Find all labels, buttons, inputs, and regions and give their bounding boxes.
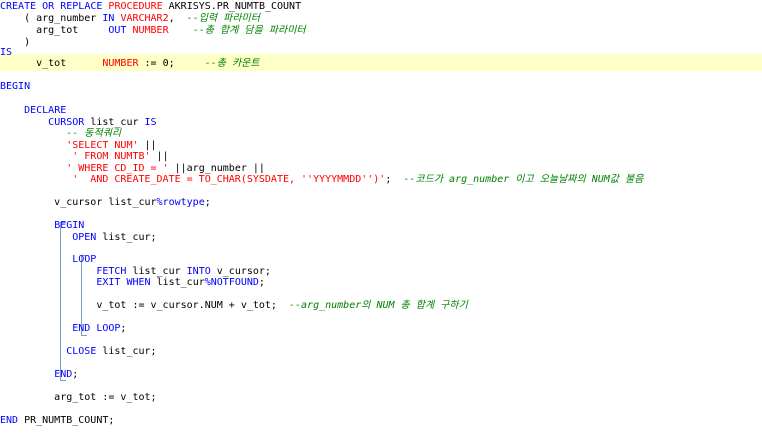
code-line[interactable]: END; (0, 368, 78, 381)
comment: -- 동적쿼리 (66, 128, 122, 139)
code-line[interactable]: END PR_NUMTB_COUNT; (0, 414, 114, 427)
keyword: IN (102, 13, 115, 24)
keyword: END (0, 415, 19, 426)
keyword: OR (42, 1, 55, 12)
code-line[interactable]: EXIT WHEN list_cur%NOTFOUND; (0, 276, 265, 289)
comment: --총 합계 담을 파라미터 (192, 25, 306, 36)
comment: --arg_number의 NUM 총 합계 구하기 (288, 300, 468, 311)
comment: --코드가 arg_number 이고 오늘날짜의 NUM값 불음 (403, 174, 644, 185)
type-name: VARCHAR2 (120, 13, 169, 24)
attribute: %rowtype (156, 197, 205, 208)
code-line[interactable]: ' AND CREATE_DATE = TO_CHAR(SYSDATE, ''Y… (0, 173, 643, 186)
keyword: CLOSE (66, 346, 97, 357)
code-line[interactable]: CLOSE list_cur; (0, 345, 156, 358)
comment: --입력 파라미터 (186, 13, 260, 24)
code-line[interactable]: OPEN list_cur; (0, 231, 156, 244)
keyword: END LOOP (72, 323, 121, 334)
type-name: NUMBER (102, 58, 139, 69)
code-line[interactable]: v_tot := v_cursor.NUM + v_tot; --arg_num… (0, 299, 468, 312)
keyword: DECLARE (24, 105, 67, 116)
code-line[interactable]: END LOOP; (0, 322, 126, 335)
comment: --총 카운트 (204, 58, 260, 69)
keyword: BEGIN (54, 220, 85, 231)
keyword: REPLACE (60, 1, 103, 12)
keyword: CREATE (0, 1, 37, 12)
string-literal: ' AND CREATE_DATE = TO_CHAR(SYSDATE, ''Y… (72, 174, 386, 185)
attribute: %NOTFOUND (204, 277, 259, 288)
keyword: IS (144, 117, 157, 128)
keyword: WHEN (126, 277, 151, 288)
loop-block-guide-bottom (81, 335, 87, 336)
keyword: LOOP (72, 254, 97, 265)
keyword: BEGIN (0, 81, 31, 92)
code-editor[interactable]: CREATE OR REPLACE PROCEDURE AKRISYS.PR_N… (0, 0, 762, 435)
code-line[interactable]: v_cursor list_cur%rowtype; (0, 196, 211, 209)
keyword: OUT (108, 25, 127, 36)
keyword: OPEN (72, 232, 97, 243)
keyword: EXIT (96, 277, 121, 288)
keyword: END (54, 369, 73, 380)
keyword: PROCEDURE (108, 1, 163, 12)
code-line[interactable]: arg_tot OUT NUMBER --총 합계 담을 파라미터 (0, 24, 306, 37)
string-literal: ' FROM NUMTB' (72, 151, 151, 162)
code-line-current[interactable]: v_tot NUMBER := 0; --총 카운트 (0, 57, 260, 70)
code-line[interactable]: arg_tot := v_tot; (0, 391, 156, 404)
type-name: NUMBER (132, 25, 169, 36)
procedure-name: AKRISYS.PR_NUMTB_COUNT (168, 1, 302, 12)
code-line[interactable]: BEGIN (0, 80, 30, 93)
